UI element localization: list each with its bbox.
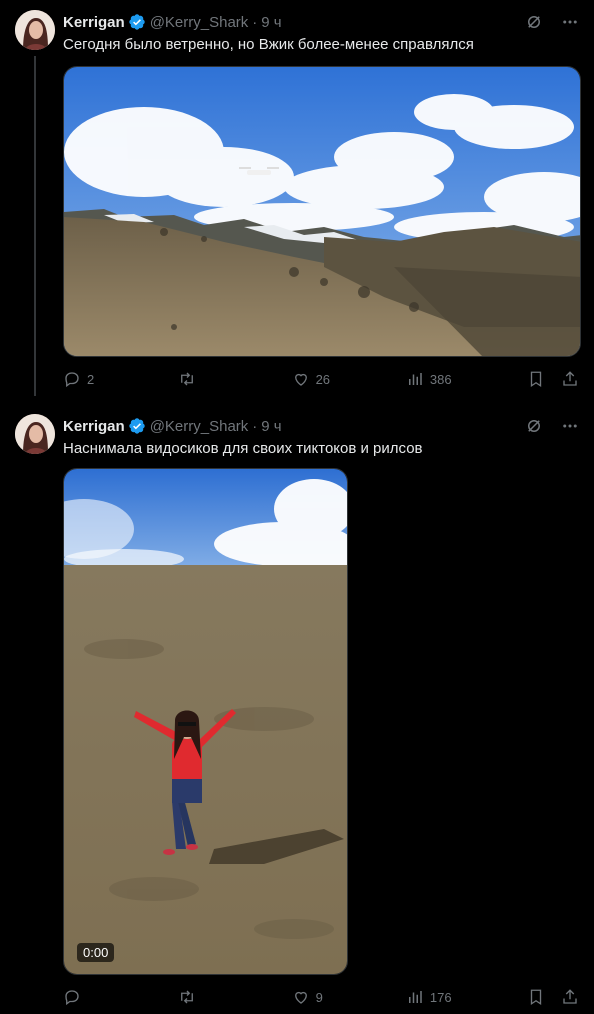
- verified-badge-icon: [128, 13, 146, 31]
- share-icon[interactable]: [560, 369, 580, 389]
- separator-dot: ·: [252, 417, 258, 435]
- views-button[interactable]: 386: [406, 370, 526, 388]
- timestamp[interactable]: 9 ч: [261, 418, 281, 435]
- heart-icon: [294, 991, 307, 1004]
- more-options-icon[interactable]: [560, 416, 580, 436]
- views-count: 176: [429, 989, 452, 1005]
- avatar[interactable]: [15, 10, 55, 50]
- author-name[interactable]: Kerrigan: [63, 418, 125, 435]
- reply-count: 2: [87, 371, 95, 387]
- author-handle[interactable]: @Kerry_Shark: [150, 14, 249, 31]
- like-count: 26: [315, 371, 331, 387]
- retweet-icon: [181, 990, 194, 1004]
- heart-icon: [294, 373, 307, 386]
- tweet-actions: 2 26 386: [63, 368, 580, 390]
- retweet-button[interactable]: [178, 370, 291, 388]
- retweet-button[interactable]: [178, 988, 291, 1006]
- views-count: 386: [429, 371, 452, 387]
- separator-dot: ·: [252, 13, 258, 31]
- author-handle[interactable]: @Kerry_Shark: [150, 418, 249, 435]
- reply-button[interactable]: [63, 988, 178, 1006]
- tweet-video[interactable]: 0:00: [63, 468, 348, 975]
- tweet-photo[interactable]: [63, 66, 581, 357]
- grok-icon[interactable]: [524, 12, 544, 32]
- tweet-header: Kerrigan @Kerry_Shark · 9 ч: [63, 416, 580, 436]
- tweet-text: Наснимала видосиков для своих тиктоков и…: [63, 440, 423, 457]
- avatar[interactable]: [15, 414, 55, 454]
- retweet-icon: [181, 372, 194, 386]
- reply-button[interactable]: 2: [63, 370, 178, 388]
- bookmark-icon[interactable]: [526, 987, 546, 1007]
- tweet-actions: 9 176: [63, 986, 580, 1008]
- views-icon: [408, 373, 422, 385]
- reply-icon: [65, 372, 79, 388]
- reply-icon: [65, 990, 79, 1006]
- video-time: 0:00: [77, 943, 115, 962]
- grok-icon[interactable]: [524, 416, 544, 436]
- views-button[interactable]: 176: [406, 988, 526, 1006]
- verified-badge-icon: [128, 417, 146, 435]
- more-options-icon[interactable]: [560, 12, 580, 32]
- bookmark-icon[interactable]: [526, 369, 546, 389]
- views-icon: [408, 991, 422, 1003]
- tweet[interactable]: Kerrigan @Kerry_Shark · 9 ч Наснимала ви…: [0, 404, 594, 1014]
- author-name[interactable]: Kerrigan: [63, 14, 125, 31]
- timestamp[interactable]: 9 ч: [261, 14, 281, 31]
- share-icon[interactable]: [560, 987, 580, 1007]
- tweet-text: Сегодня было ветренно, но Вжик более-мен…: [63, 36, 474, 53]
- like-button[interactable]: 9: [292, 988, 406, 1006]
- like-button[interactable]: 26: [292, 370, 406, 388]
- like-count: 9: [315, 989, 323, 1005]
- tweet[interactable]: Kerrigan @Kerry_Shark · 9 ч Сегодня было…: [0, 0, 594, 404]
- tweet-header: Kerrigan @Kerry_Shark · 9 ч: [63, 12, 580, 32]
